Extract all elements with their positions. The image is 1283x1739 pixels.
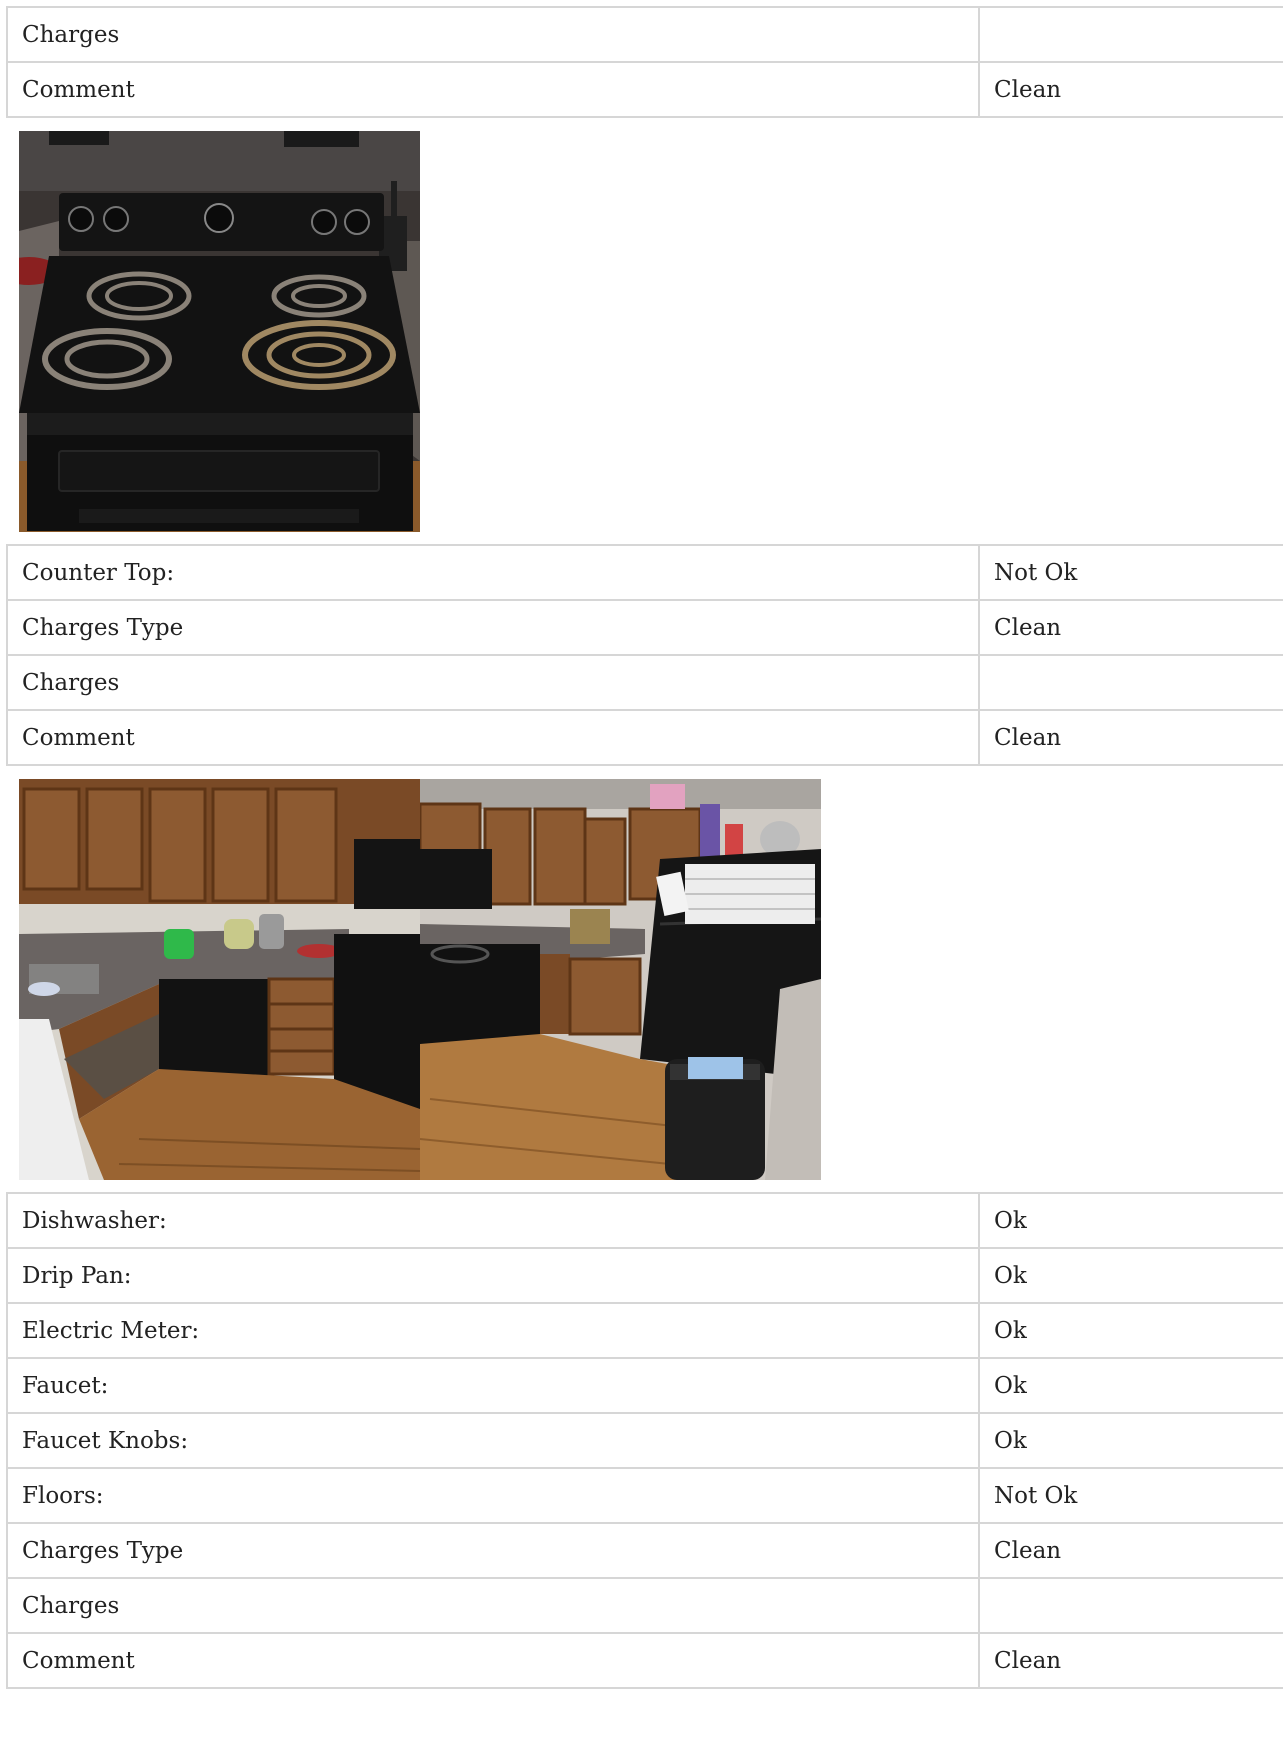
table-row: Comment Clean [6,709,1283,766]
row-label: Charges [6,1577,980,1634]
row-label: Dishwasher: [6,1192,980,1249]
row-value: Ok [978,1247,1283,1304]
kitchen-photo-fridge[interactable] [420,779,821,1180]
table-row: Charges [6,6,1283,63]
row-label: Faucet: [6,1357,980,1414]
row-label: Charges Type [6,599,980,656]
table-row: Comment Clean [6,1632,1283,1689]
row-value [978,654,1283,711]
table-row: Floors: Not Ok [6,1467,1283,1524]
row-label: Comment [6,61,980,118]
table-row: Charges Type Clean [6,599,1283,656]
table-row: Faucet: Ok [6,1357,1283,1414]
row-label: Charges [6,6,980,63]
row-value: Ok [978,1357,1283,1414]
inspection-table: Counter Top: Not Ok Charges Type Clean C… [6,544,1283,766]
row-label: Counter Top: [6,544,980,601]
row-label: Faucet Knobs: [6,1412,980,1469]
kitchen-photo-sink[interactable] [19,779,420,1180]
row-value: Clean [978,1522,1283,1579]
table-row: Counter Top: Not Ok [6,544,1283,601]
row-value: Ok [978,1192,1283,1249]
row-value [978,6,1283,63]
table-row: Drip Pan: Ok [6,1247,1283,1304]
row-value: Clean [978,61,1283,118]
row-label: Charges Type [6,1522,980,1579]
photo-gallery [6,118,1283,544]
inspection-report: Charges Comment Clean Counter Top: Not O… [6,6,1283,1689]
inspection-table: Dishwasher: Ok Drip Pan: Ok Electric Met… [6,1192,1283,1689]
row-value [978,1577,1283,1634]
row-label: Charges [6,654,980,711]
stove-photo[interactable] [19,131,420,532]
table-row: Charges [6,654,1283,711]
row-label: Electric Meter: [6,1302,980,1359]
row-label: Comment [6,709,980,766]
row-value: Not Ok [978,1467,1283,1524]
table-row: Electric Meter: Ok [6,1302,1283,1359]
row-label: Drip Pan: [6,1247,980,1304]
inspection-table: Charges Comment Clean [6,6,1283,118]
row-value: Clean [978,599,1283,656]
table-row: Charges Type Clean [6,1522,1283,1579]
row-value: Ok [978,1302,1283,1359]
row-value: Clean [978,709,1283,766]
row-label: Floors: [6,1467,980,1524]
row-value: Not Ok [978,544,1283,601]
table-row: Comment Clean [6,61,1283,118]
table-row: Dishwasher: Ok [6,1192,1283,1249]
photo-gallery [6,766,1283,1192]
table-row: Faucet Knobs: Ok [6,1412,1283,1469]
row-value: Ok [978,1412,1283,1469]
table-row: Charges [6,1577,1283,1634]
row-value: Clean [978,1632,1283,1689]
row-label: Comment [6,1632,980,1689]
